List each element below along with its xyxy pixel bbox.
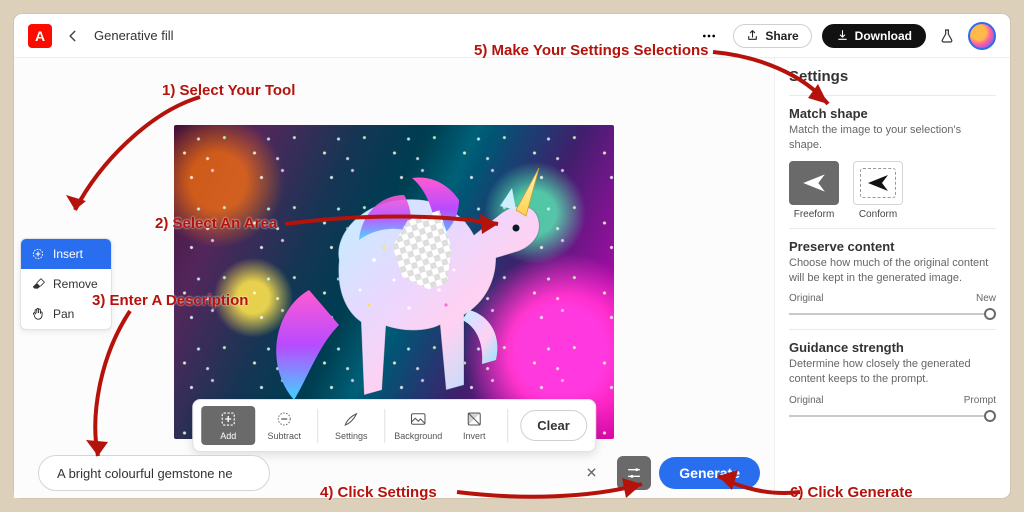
canvas-area: Insert Remove Pan xyxy=(14,58,774,498)
page-title: Generative fill xyxy=(94,28,173,43)
top-bar: A Generative fill Share Download xyxy=(14,14,1010,58)
share-label: Share xyxy=(765,29,798,43)
selection-subtract[interactable]: Subtract xyxy=(257,406,311,445)
download-icon xyxy=(836,29,849,42)
download-button[interactable]: Download xyxy=(822,24,926,48)
preserve-slider[interactable] xyxy=(789,307,996,321)
selection-add[interactable]: Add xyxy=(201,406,255,445)
selection-invert[interactable]: Invert xyxy=(447,406,501,445)
clear-prompt-icon[interactable]: ✕ xyxy=(586,465,598,482)
section-match-shape: Match shape Match the image to your sele… xyxy=(789,95,996,228)
artwork-image[interactable] xyxy=(174,125,614,439)
sliders-icon xyxy=(626,465,642,481)
selection-settings[interactable]: Settings xyxy=(324,406,378,445)
prompt-settings-button[interactable] xyxy=(617,456,651,490)
guidance-slider[interactable] xyxy=(789,409,996,423)
more-menu-button[interactable] xyxy=(695,22,723,50)
share-button[interactable]: Share xyxy=(733,24,811,48)
settings-panel: Settings Match shape Match the image to … xyxy=(774,58,1010,498)
clear-button[interactable]: Clear xyxy=(520,410,587,441)
share-icon xyxy=(746,29,759,42)
selection-toolbar: Add Subtract Settings Background xyxy=(192,399,596,452)
labs-icon[interactable] xyxy=(936,25,958,47)
section-preserve-content: Preserve content Choose how much of the … xyxy=(789,228,996,330)
back-button[interactable] xyxy=(62,25,84,47)
main-area: Insert Remove Pan xyxy=(14,58,1010,498)
brush-icon xyxy=(342,410,360,428)
plane-icon xyxy=(799,170,829,196)
settings-heading: Settings xyxy=(789,68,996,85)
add-icon xyxy=(219,410,237,428)
prompt-input[interactable] xyxy=(38,455,270,491)
prompt-row: ✕ Generate xyxy=(38,454,760,492)
invert-icon xyxy=(465,410,483,428)
plane-icon xyxy=(864,171,892,195)
subtract-icon xyxy=(275,410,293,428)
unicorn-illustration xyxy=(264,140,564,430)
adobe-logo[interactable]: A xyxy=(28,24,52,48)
section-guidance-strength: Guidance strength Determine how closely … xyxy=(789,329,996,431)
app-window: A Generative fill Share Download xyxy=(14,14,1010,498)
selection-background[interactable]: Background xyxy=(391,406,445,445)
download-label: Download xyxy=(855,29,912,43)
generate-button[interactable]: Generate xyxy=(659,457,760,489)
match-shape-freeform[interactable]: Freeform xyxy=(789,161,839,220)
match-shape-conform[interactable]: Conform xyxy=(853,161,903,220)
avatar[interactable] xyxy=(968,22,996,50)
background-icon xyxy=(409,410,427,428)
